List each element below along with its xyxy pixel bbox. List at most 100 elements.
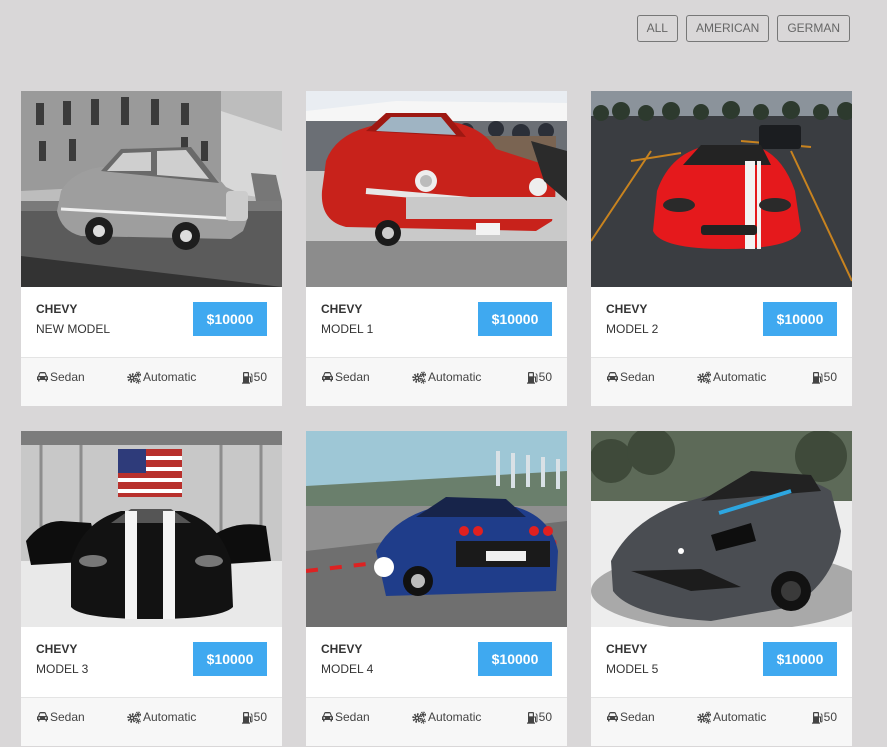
car-model: MODEL 3 xyxy=(36,662,89,676)
spec-body-label: Sedan xyxy=(620,710,655,724)
spec-body-label: Sedan xyxy=(335,370,370,384)
blue-ferrari-track-photo[interactable] xyxy=(306,431,567,627)
spec-transmission: Automatic xyxy=(412,710,481,724)
car-info: CHEVY NEW MODEL $10000 xyxy=(21,287,282,357)
gears-icon xyxy=(697,710,712,724)
car-card[interactable]: CHEVY MODEL 1 $10000 Sedan Automatic 50 xyxy=(306,91,567,406)
red-viper-photo[interactable] xyxy=(591,91,852,287)
car-specs: Sedan Automatic 50 xyxy=(306,697,567,746)
spec-body-label: Sedan xyxy=(335,710,370,724)
car-icon xyxy=(606,711,619,723)
price-badge[interactable]: $10000 xyxy=(478,302,552,336)
filter-american-button[interactable]: AMERICAN xyxy=(685,15,770,42)
red-classic-chevy-photo[interactable] xyxy=(306,91,567,287)
gears-icon xyxy=(127,710,142,724)
spec-transmission-label: Automatic xyxy=(143,370,197,384)
spec-fuel: 50 xyxy=(241,710,267,724)
black-viper-garage-photo[interactable] xyxy=(21,431,282,627)
spec-body: Sedan xyxy=(606,370,655,384)
spec-fuel: 50 xyxy=(241,370,267,384)
car-brand: CHEVY xyxy=(321,642,363,656)
car-card[interactable]: CHEVY NEW MODEL $10000 Sedan Automatic 5… xyxy=(21,91,282,406)
gears-icon xyxy=(412,710,427,724)
car-card[interactable]: CHEVY MODEL 5 $10000 Sedan Automatic 50 xyxy=(591,431,852,746)
spec-fuel: 50 xyxy=(526,710,552,724)
gears-icon xyxy=(412,370,427,384)
spec-body: Sedan xyxy=(606,710,655,724)
car-info: CHEVY MODEL 1 $10000 xyxy=(306,287,567,357)
car-specs: Sedan Automatic 50 xyxy=(591,357,852,406)
spec-body: Sedan xyxy=(321,370,370,384)
car-specs: Sedan Automatic 50 xyxy=(21,697,282,746)
car-specs: Sedan Automatic 50 xyxy=(21,357,282,406)
spec-fuel-label: 50 xyxy=(538,710,552,724)
car-model: NEW MODEL xyxy=(36,322,111,336)
price-badge[interactable]: $10000 xyxy=(478,642,552,676)
car-info: CHEVY MODEL 2 $10000 xyxy=(591,287,852,357)
spec-transmission-label: Automatic xyxy=(428,710,482,724)
car-brand: CHEVY xyxy=(606,302,648,316)
car-icon xyxy=(36,371,49,383)
spec-transmission: Automatic xyxy=(412,370,481,384)
car-card[interactable]: CHEVY MODEL 2 $10000 Sedan Automatic 50 xyxy=(591,91,852,406)
grey-corvette-photo[interactable] xyxy=(591,431,852,627)
car-specs: Sedan Automatic 50 xyxy=(591,697,852,746)
car-brand: CHEVY xyxy=(321,302,363,316)
spec-transmission: Automatic xyxy=(127,710,196,724)
spec-fuel-label: 50 xyxy=(253,370,267,384)
car-brand: CHEVY xyxy=(36,642,78,656)
spec-body: Sedan xyxy=(36,370,85,384)
filter-all-button[interactable]: ALL xyxy=(636,15,678,42)
spec-transmission-label: Automatic xyxy=(713,370,767,384)
gas-pump-icon xyxy=(241,711,253,724)
car-model: MODEL 1 xyxy=(321,322,374,336)
gas-pump-icon xyxy=(811,371,823,384)
gears-icon xyxy=(127,370,142,384)
price-badge[interactable]: $10000 xyxy=(763,302,837,336)
car-card[interactable]: CHEVY MODEL 3 $10000 Sedan Automatic 50 xyxy=(21,431,282,746)
spec-fuel: 50 xyxy=(526,370,552,384)
spec-body: Sedan xyxy=(36,710,85,724)
spec-transmission: Automatic xyxy=(697,370,766,384)
gears-icon xyxy=(697,370,712,384)
car-icon xyxy=(606,371,619,383)
car-info: CHEVY MODEL 3 $10000 xyxy=(21,627,282,697)
car-brand: CHEVY xyxy=(36,302,78,316)
spec-transmission-label: Automatic xyxy=(713,710,767,724)
spec-fuel-label: 50 xyxy=(823,710,837,724)
spec-transmission-label: Automatic xyxy=(428,370,482,384)
gas-pump-icon xyxy=(526,371,538,384)
price-badge[interactable]: $10000 xyxy=(193,302,267,336)
car-grid: CHEVY NEW MODEL $10000 Sedan Automatic 5… xyxy=(21,91,852,746)
car-icon xyxy=(321,371,334,383)
spec-body-label: Sedan xyxy=(50,370,85,384)
filter-bar: ALL AMERICAN GERMAN xyxy=(636,15,850,42)
spec-body-label: Sedan xyxy=(50,710,85,724)
spec-transmission: Automatic xyxy=(697,710,766,724)
car-info: CHEVY MODEL 5 $10000 xyxy=(591,627,852,697)
gas-pump-icon xyxy=(241,371,253,384)
spec-fuel: 50 xyxy=(811,710,837,724)
car-card[interactable]: CHEVY MODEL 4 $10000 Sedan Automatic 50 xyxy=(306,431,567,746)
car-model: MODEL 5 xyxy=(606,662,659,676)
gas-pump-icon xyxy=(811,711,823,724)
spec-fuel-label: 50 xyxy=(253,710,267,724)
spec-transmission: Automatic xyxy=(127,370,196,384)
car-specs: Sedan Automatic 50 xyxy=(306,357,567,406)
car-info: CHEVY MODEL 4 $10000 xyxy=(306,627,567,697)
car-model: MODEL 2 xyxy=(606,322,659,336)
spec-fuel: 50 xyxy=(811,370,837,384)
car-icon xyxy=(36,711,49,723)
car-brand: CHEVY xyxy=(606,642,648,656)
filter-german-button[interactable]: GERMAN xyxy=(777,15,850,42)
price-badge[interactable]: $10000 xyxy=(763,642,837,676)
car-icon xyxy=(321,711,334,723)
spec-body-label: Sedan xyxy=(620,370,655,384)
spec-fuel-label: 50 xyxy=(823,370,837,384)
gas-pump-icon xyxy=(526,711,538,724)
bw-vintage-sedan-photo[interactable] xyxy=(21,91,282,287)
price-badge[interactable]: $10000 xyxy=(193,642,267,676)
spec-body: Sedan xyxy=(321,710,370,724)
spec-fuel-label: 50 xyxy=(538,370,552,384)
car-model: MODEL 4 xyxy=(321,662,374,676)
